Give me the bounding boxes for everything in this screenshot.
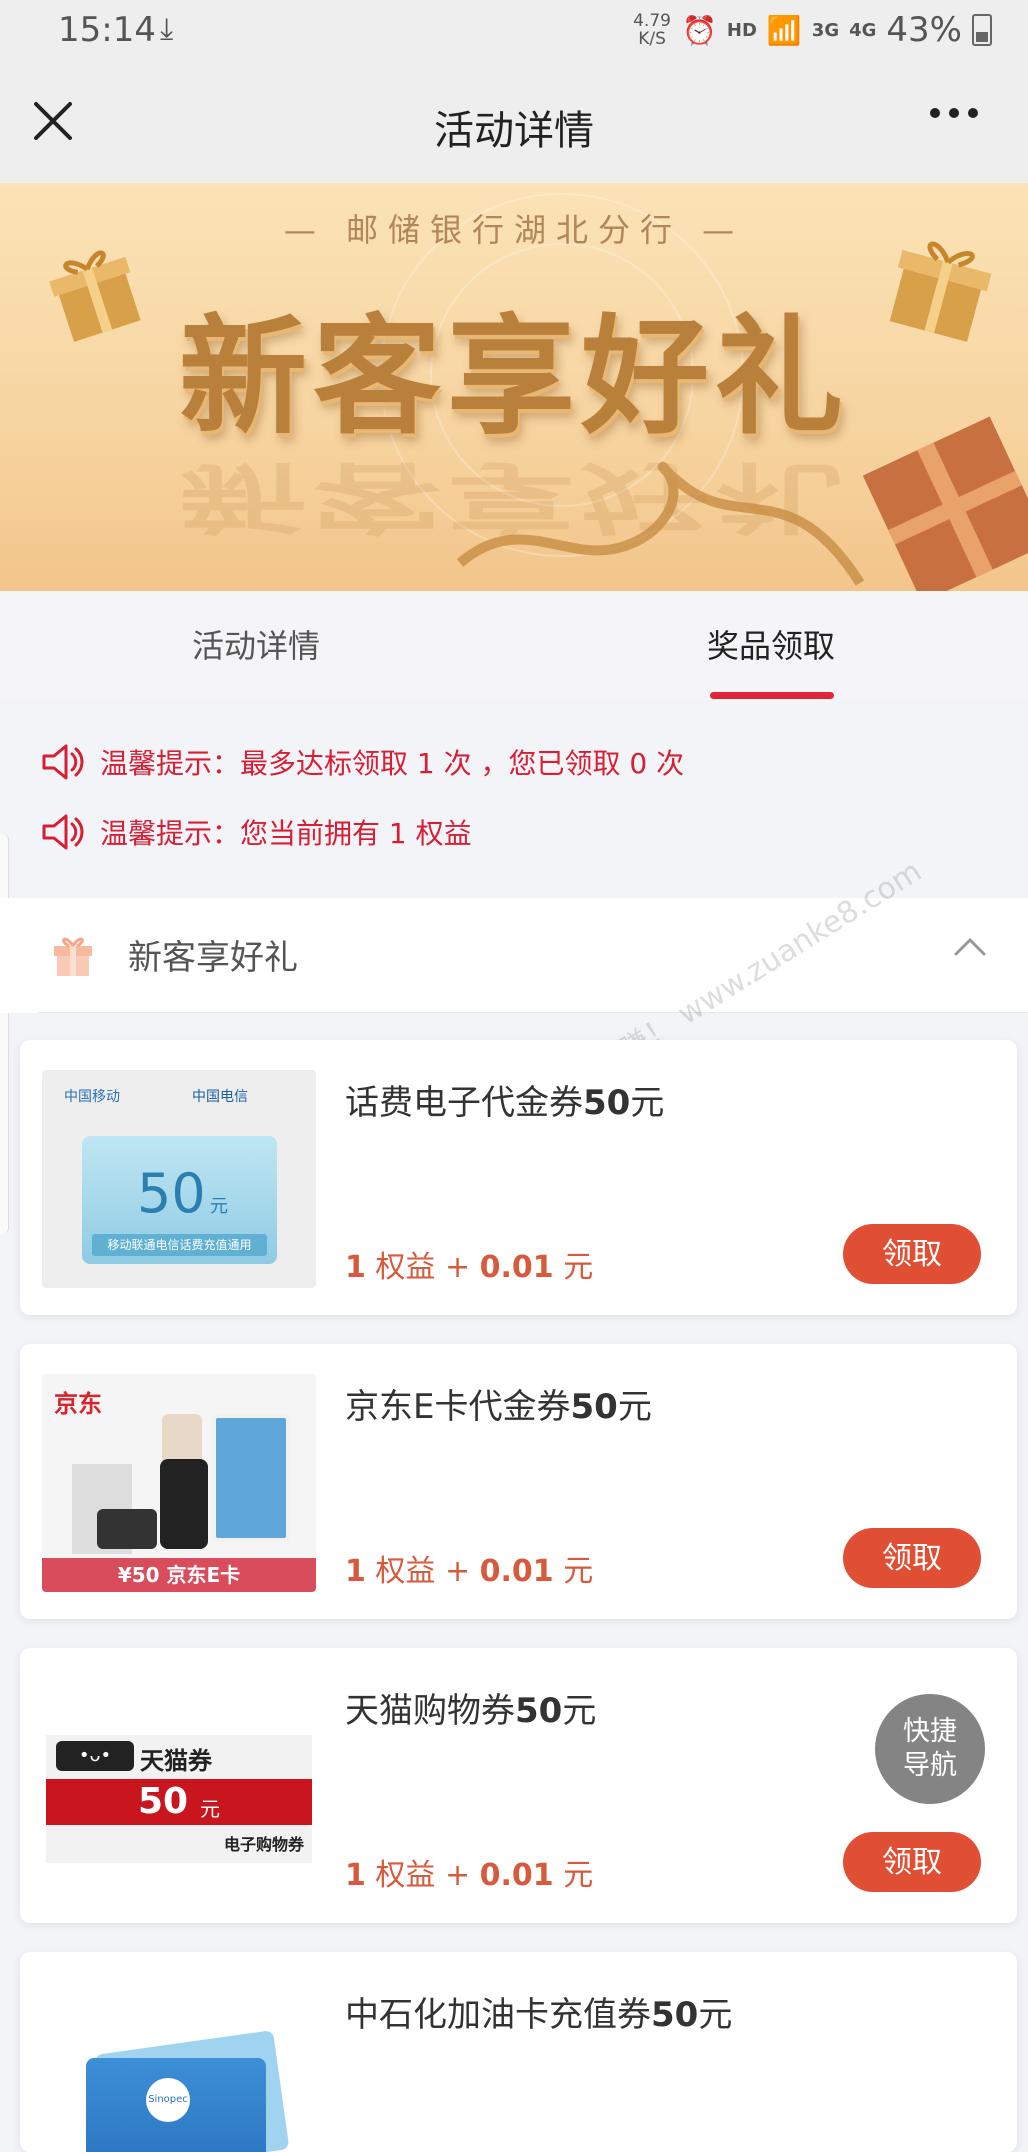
brand-label: 京东 bbox=[54, 1390, 102, 1418]
card-graphic: Sinopec bbox=[86, 2058, 266, 2152]
card-unit: 元 bbox=[210, 1196, 228, 1217]
quick-nav-label: 快捷 bbox=[903, 1716, 957, 1747]
active-tab-indicator bbox=[710, 692, 834, 699]
coupon-caption: 电子购物券 bbox=[223, 1835, 304, 1854]
download-icon: ⤓ bbox=[160, 12, 174, 47]
page-title: 活动详情 bbox=[434, 108, 594, 154]
claim-button[interactable]: 领取 bbox=[843, 1832, 981, 1892]
status-bar: 15:14 ⤓ 4.79 K/S ⏰ HD 📶 3G 4G 43% bbox=[0, 0, 1028, 60]
red-band: 50 元 bbox=[46, 1779, 312, 1825]
speaker-icon bbox=[42, 814, 84, 850]
status-indicators: 4.79 K/S ⏰ HD 📶 3G 4G 43% bbox=[632, 10, 992, 50]
sinopec-logo-icon: Sinopec bbox=[146, 2078, 190, 2122]
card-value: 50 bbox=[137, 1162, 206, 1225]
quick-nav-label: 导航 bbox=[903, 1750, 957, 1781]
tmall-cat-icon: •ᴗ• bbox=[56, 1741, 134, 1771]
gift-box-icon bbox=[49, 250, 141, 342]
gift-icon bbox=[54, 937, 92, 976]
product-name: 京东E卡代金券50元 bbox=[345, 1387, 652, 1427]
banner-subtitle: — 邮储银行湖北分行 — bbox=[283, 211, 745, 249]
notice-text: 温馨提示：您当前拥有 1 权益 bbox=[100, 817, 472, 850]
card-caption: 移动联通电信话费充值通用 bbox=[92, 1234, 267, 1256]
tmall-coupon-graphic: •ᴗ• 天猫券 50 元 电子购物券 bbox=[46, 1735, 312, 1863]
product-card-sinopec-voucher[interactable]: Sinopec 中石化加油卡充值券50元 bbox=[20, 1952, 1017, 2152]
more-button[interactable] bbox=[930, 108, 978, 118]
tab-bar: 活动详情 奖品领取 bbox=[0, 591, 1028, 699]
notice-rights-owned: 温馨提示：您当前拥有 1 权益 bbox=[38, 808, 472, 856]
battery-percent: 43% bbox=[886, 10, 962, 50]
status-time: 15:14 bbox=[58, 10, 156, 50]
gift-box-icon bbox=[889, 241, 992, 342]
tab-prize-claim[interactable]: 奖品领取 bbox=[707, 621, 835, 667]
more-dot-icon bbox=[949, 108, 959, 118]
network-3g: 3G bbox=[811, 19, 840, 41]
device-graphic bbox=[97, 1509, 157, 1549]
product-name: 中石化加油卡充值券50元 bbox=[345, 1995, 733, 2035]
product-image: Sinopec bbox=[42, 1982, 316, 2152]
product-card-phone-voucher[interactable]: 中国移动 中国电信 50 元 移动联通电信话费充值通用 话费电子代金券50元 1… bbox=[20, 1040, 1017, 1315]
hd-indicator: HD bbox=[726, 19, 757, 41]
present-box-icon bbox=[862, 416, 1028, 591]
promo-banner: — 邮储银行湖北分行 — 新客享好礼 新客享好礼 bbox=[0, 183, 1028, 591]
product-name: 话费电子代金券50元 bbox=[345, 1083, 665, 1123]
battery-icon bbox=[972, 14, 992, 46]
network-4g: 4G bbox=[849, 19, 877, 41]
phone-card-graphic: 50 元 移动联通电信话费充值通用 bbox=[82, 1136, 277, 1264]
device-graphic bbox=[212, 1414, 290, 1542]
product-name: 天猫购物券50元 bbox=[345, 1691, 597, 1731]
product-price: 1 权益 + 0.01 元 bbox=[345, 1554, 594, 1589]
coupon-value: 50 bbox=[138, 1781, 189, 1822]
claim-button[interactable]: 领取 bbox=[843, 1528, 981, 1588]
notice-text: 温馨提示：最多达标领取 1 次 ，您已领取 0 次 bbox=[100, 747, 685, 780]
notice-claim-limit: 温馨提示：最多达标领取 1 次 ，您已领取 0 次 bbox=[38, 738, 684, 786]
ribbon-decoration bbox=[456, 461, 865, 586]
side-drawer-handle[interactable] bbox=[0, 834, 9, 1234]
product-image: 京东 ¥50 京东E卡 bbox=[42, 1374, 316, 1592]
app-header: 活动详情 bbox=[0, 60, 1028, 183]
chevron-up-icon[interactable] bbox=[952, 934, 988, 958]
brand-label: 天猫券 bbox=[140, 1747, 212, 1775]
product-card-tmall-voucher[interactable]: •ᴗ• 天猫券 50 元 电子购物券 天猫购物券50元 1 权益 + 0.01 … bbox=[20, 1648, 1017, 1923]
card-band: ¥50 京东E卡 bbox=[42, 1558, 316, 1592]
speaker-icon bbox=[42, 744, 84, 780]
device-graphic bbox=[160, 1459, 208, 1549]
product-card-jd-ecard[interactable]: 京东 ¥50 京东E卡 京东E卡代金券50元 1 权益 + 0.01 元 领取 bbox=[20, 1344, 1017, 1619]
product-image: 中国移动 中国电信 50 元 移动联通电信话费充值通用 bbox=[42, 1070, 316, 1288]
product-price: 1 权益 + 0.01 元 bbox=[345, 1858, 594, 1893]
product-image: •ᴗ• 天猫券 50 元 电子购物券 bbox=[42, 1678, 316, 1896]
wifi-icon: 📶 bbox=[766, 13, 802, 47]
more-dot-icon bbox=[930, 108, 940, 118]
brand-label: 中国移动 bbox=[64, 1089, 120, 1105]
claim-button[interactable]: 领取 bbox=[843, 1224, 981, 1284]
coupon-unit: 元 bbox=[200, 1797, 220, 1821]
alarm-icon: ⏰ bbox=[682, 13, 717, 47]
tab-activity-details[interactable]: 活动详情 bbox=[192, 621, 320, 667]
more-dot-icon bbox=[968, 108, 978, 118]
network-speed: 4.79 K/S bbox=[633, 11, 671, 49]
section-divider bbox=[38, 1012, 1028, 1013]
section-title: 新客享好礼 bbox=[128, 938, 298, 978]
quick-nav-button[interactable]: 快捷 导航 bbox=[875, 1694, 985, 1804]
brand-label: 中国电信 bbox=[192, 1089, 248, 1105]
product-price: 1 权益 + 0.01 元 bbox=[345, 1250, 594, 1285]
